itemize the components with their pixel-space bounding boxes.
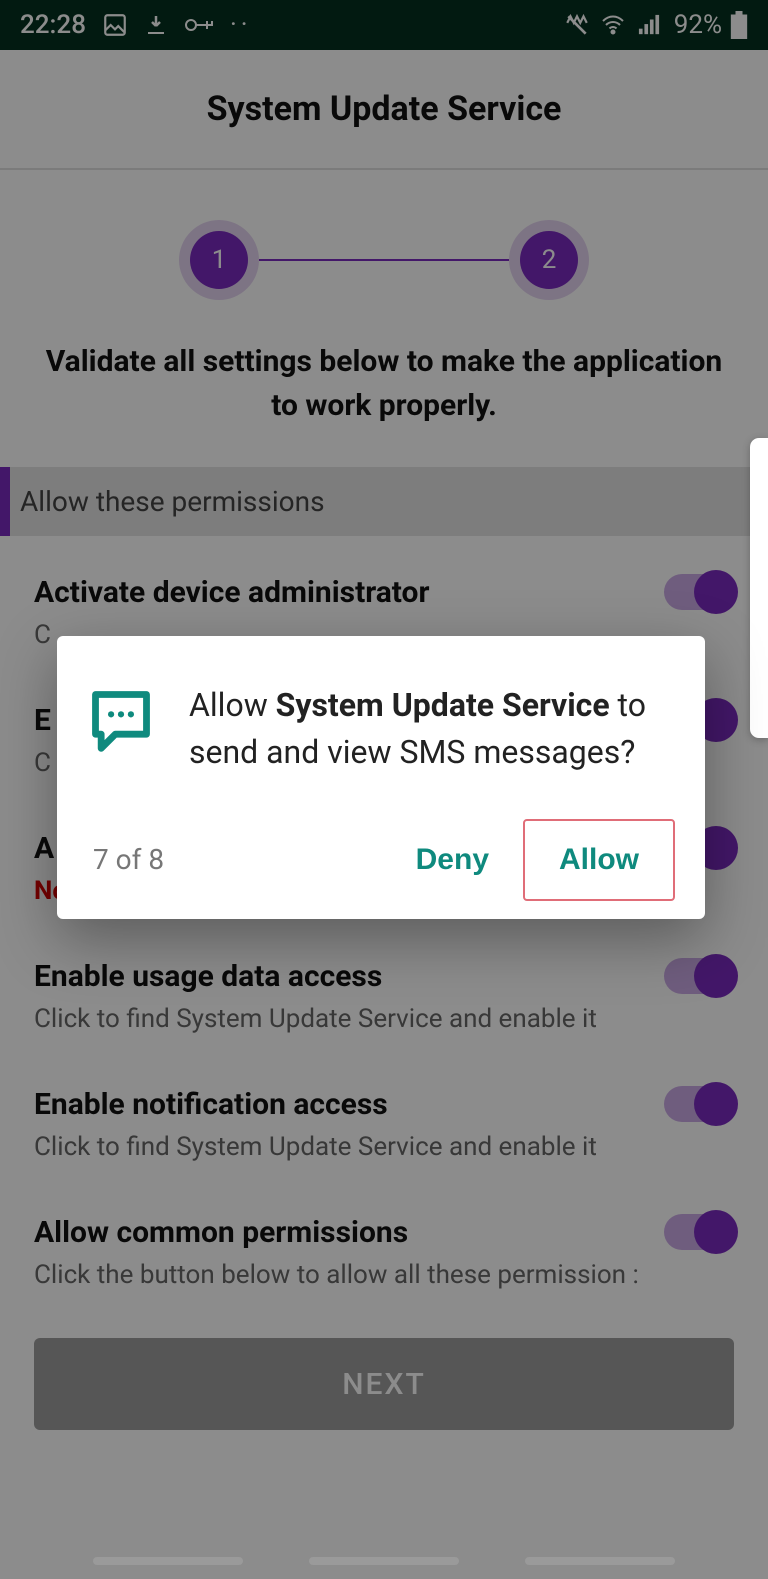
sms-icon [87,686,155,754]
nav-home[interactable] [309,1557,459,1565]
dialog-counter: 7 of 8 [93,843,164,876]
dialog-pre: Allow [189,686,276,724]
nav-bar [0,1557,768,1565]
scroll-handle[interactable] [750,438,768,738]
dialog-app-name: System Update Service [276,686,610,724]
permission-dialog: Allow System Update Service to send and … [57,636,705,919]
dialog-message: Allow System Update Service to send and … [189,682,675,777]
nav-back[interactable] [525,1557,675,1565]
nav-recent[interactable] [93,1557,243,1565]
allow-button[interactable]: Allow [523,819,675,901]
deny-button[interactable]: Deny [390,827,515,893]
